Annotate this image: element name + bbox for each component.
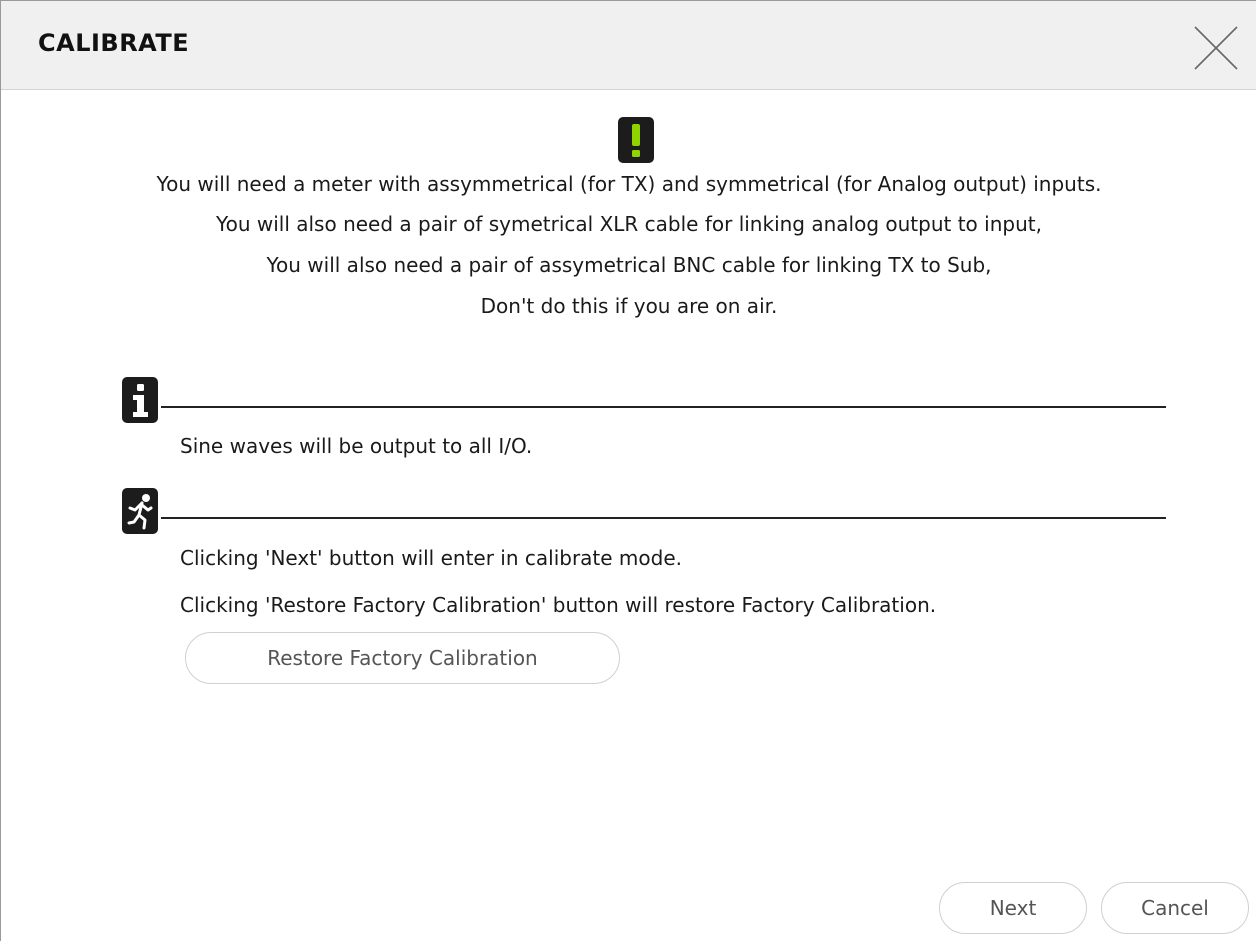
warning-line-4: Don't do this if you are on air. [480,294,778,318]
next-button[interactable]: Next [939,882,1087,934]
info-divider [161,406,1166,408]
action-divider [161,517,1166,519]
calibrate-dialog: CALIBRATE You will need a meter with ass… [0,0,1256,941]
dialog-title: CALIBRATE [38,29,190,57]
warning-line-1: You will need a meter with assymmetrical… [156,172,1102,196]
restore-factory-calibration-button[interactable]: Restore Factory Calibration [185,632,620,684]
next-instruction: Clicking 'Next' button will enter in cal… [180,546,683,570]
exclamation-warning-icon [618,117,654,163]
close-icon[interactable] [1193,25,1239,71]
title-bar: CALIBRATE [1,1,1256,90]
info-icon [122,377,158,423]
cancel-button[interactable]: Cancel [1101,882,1249,934]
running-man-icon [122,488,158,534]
warning-line-2: You will also need a pair of symetrical … [216,212,1042,236]
warning-line-3: You will also need a pair of assymetrica… [266,253,992,277]
info-text: Sine waves will be output to all I/O. [180,434,533,458]
restore-instruction: Clicking 'Restore Factory Calibration' b… [180,593,937,617]
